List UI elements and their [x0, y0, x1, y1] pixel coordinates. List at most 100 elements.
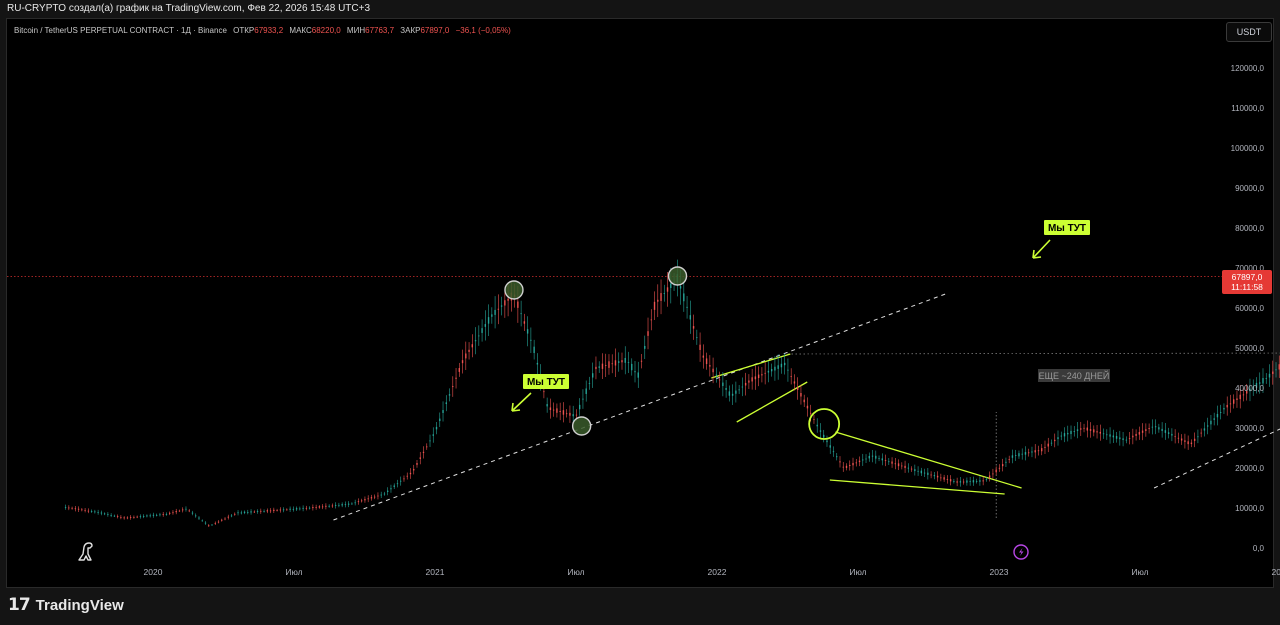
marker-layer [504, 266, 841, 440]
price-candle [286, 509, 288, 511]
price-candle [390, 488, 392, 490]
price-candle [484, 324, 487, 327]
pivot-marker [571, 416, 592, 436]
price-candle [240, 512, 242, 514]
legend-close-label: ЗАКР [400, 26, 420, 35]
x-tick-label: Июл [849, 567, 866, 577]
price-candle [1001, 464, 1004, 467]
price-candle [624, 357, 626, 363]
price-candle [556, 408, 558, 413]
price-candle [419, 457, 421, 459]
legend-symbol: Bitcoin / TetherUS PERPETUAL CONTRACT · … [14, 26, 227, 35]
brand-name: TradingView [35, 596, 124, 614]
tradingview-logo-icon: 17 [8, 595, 31, 615]
price-candle [1219, 412, 1222, 413]
price-candle [237, 512, 239, 514]
price-candle [165, 514, 168, 515]
y-tick-label: 110000,0 [1231, 104, 1264, 113]
price-candle [282, 509, 285, 511]
grid-layer [7, 276, 1280, 518]
arrow-2 [1032, 239, 1051, 259]
price-candle [354, 502, 356, 504]
x-tick-label: 2021 [426, 567, 445, 577]
price-candle [832, 451, 835, 453]
price-candle [1037, 450, 1040, 452]
price-candle [605, 365, 607, 366]
price-candle [881, 458, 883, 461]
price-candle [1161, 428, 1163, 432]
price-candle [367, 498, 369, 500]
price-candle [549, 407, 552, 411]
price-candle [442, 410, 444, 413]
currency-button[interactable]: USDT [1226, 22, 1272, 42]
lightning-icon[interactable] [1013, 544, 1029, 560]
price-candle [1063, 433, 1066, 437]
legend-high-label: МАКС [289, 26, 312, 35]
price-candle [81, 509, 83, 511]
price-candle [445, 402, 447, 405]
price-candle [803, 399, 805, 403]
price-candle [247, 512, 249, 513]
price-candle [1275, 369, 1277, 371]
pivot-marker [504, 280, 524, 300]
price-candle [1096, 431, 1098, 433]
price-candle [1086, 427, 1088, 431]
price-candle [71, 507, 73, 509]
price-candle [230, 515, 233, 517]
price-candle [813, 419, 815, 420]
price-candle [699, 344, 701, 350]
price-candle [429, 440, 431, 442]
arrow-1 [511, 392, 532, 412]
price-candle [292, 508, 295, 510]
price-candle [774, 366, 776, 371]
price-candle [87, 510, 90, 512]
price-candle [360, 500, 363, 502]
price-candle [530, 339, 532, 341]
price-candle [1262, 378, 1264, 384]
price-candle [627, 362, 630, 363]
price-candle [204, 522, 207, 524]
price-candle [169, 512, 171, 514]
price-candle [582, 398, 584, 400]
price-candle [647, 331, 649, 336]
price-candle [1106, 434, 1108, 436]
price-candle [1083, 427, 1085, 429]
price-candle [871, 455, 874, 457]
price-candle [891, 461, 893, 464]
price-candle [1112, 435, 1115, 438]
price-candle [136, 516, 138, 518]
price-candle [256, 511, 259, 512]
dino-icon[interactable] [78, 542, 93, 561]
price-candle [1216, 413, 1219, 418]
price-candle [146, 515, 148, 517]
price-candle [862, 459, 864, 461]
price-candle [849, 464, 851, 467]
price-candle [188, 510, 190, 512]
brand[interactable]: 17 TradingView [8, 595, 124, 615]
price-candle [852, 462, 854, 466]
price-candle [1206, 425, 1209, 427]
price-candle [191, 512, 194, 514]
price-candle [351, 503, 353, 505]
price-candle [910, 468, 913, 470]
price-candle [731, 393, 734, 396]
price-chart[interactable]: 0,0 10000,0 20000,0 30000,0 40000,0 50000,0 60… [0, 0, 1280, 625]
price-candle [562, 410, 565, 415]
price-candle [396, 483, 399, 485]
here-label-1: Мы ТУТ [527, 377, 565, 388]
price-candle [836, 456, 838, 458]
price-candle [878, 458, 880, 459]
price-candle [946, 479, 949, 480]
price-candle [387, 490, 389, 492]
price-candle [461, 360, 464, 364]
price-candle [614, 360, 617, 366]
price-candle [435, 426, 438, 430]
price-candle [1089, 429, 1092, 431]
x-tick-label: 2022 [708, 567, 727, 577]
here-label-2: Мы ТУТ [1048, 223, 1086, 234]
price-candle [305, 507, 308, 509]
price-candle [1148, 427, 1150, 429]
price-candle [1171, 433, 1173, 436]
price-candle [139, 516, 142, 518]
price-candle [1024, 452, 1027, 455]
